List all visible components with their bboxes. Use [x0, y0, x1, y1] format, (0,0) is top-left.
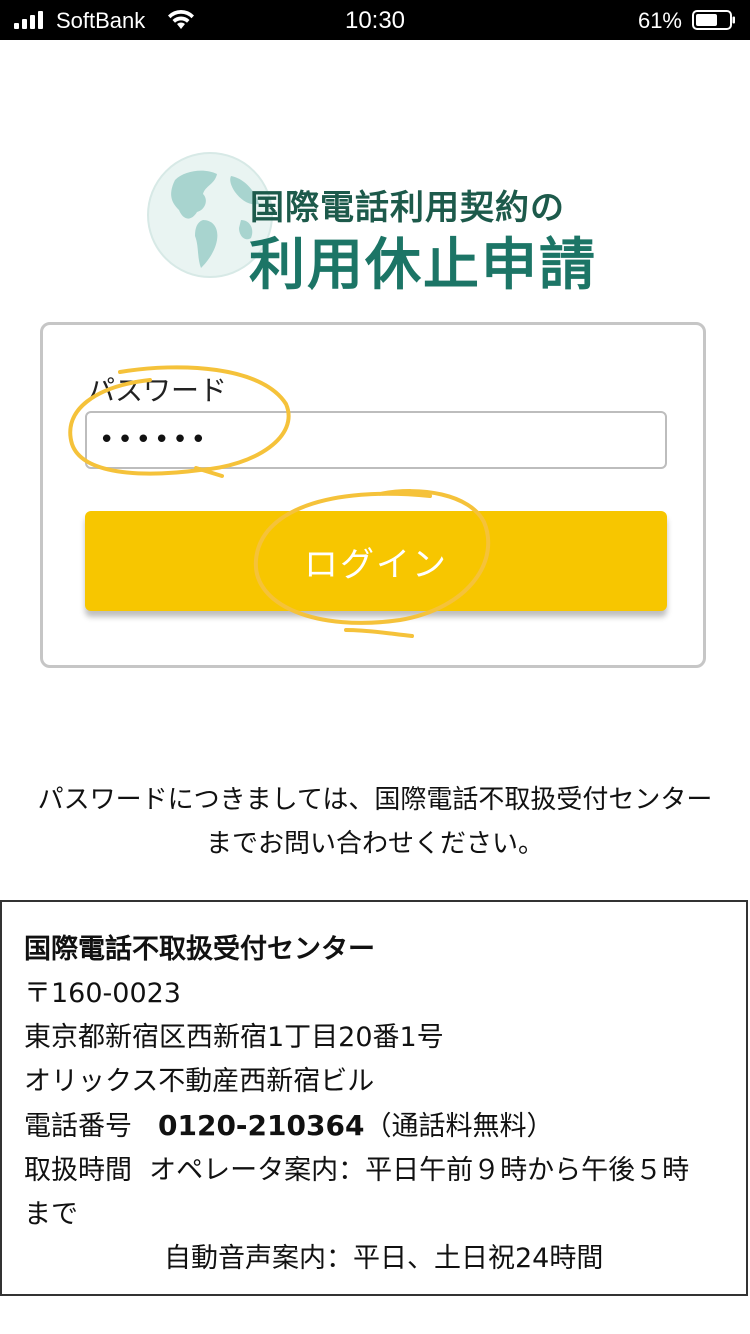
hours-auto: 自動音声案内：平日、土日祝24時間	[164, 1243, 604, 1274]
password-note: パスワードにつきましては、国際電話不取扱受付センター までお問い合わせください。	[0, 778, 750, 866]
hours-operator-cont: まで	[24, 1199, 78, 1230]
logo-title-line2: 利用休止申請	[249, 233, 597, 298]
status-bar: SoftBank 10:30 61%	[0, 0, 750, 40]
note-line-2: までお問い合わせください。	[205, 829, 544, 859]
battery-percent: 61%	[637, 8, 682, 33]
contact-title: 国際電話不取扱受付センター	[24, 934, 375, 965]
login-button[interactable]: ログイン	[85, 511, 667, 611]
phone-label: 電話番号	[24, 1111, 132, 1142]
phone-number[interactable]: 0120-210364	[158, 1109, 364, 1142]
contact-postal: 〒160-0023	[24, 978, 181, 1009]
note-line-1: パスワードにつきましては、国際電話不取扱受付センター	[37, 785, 713, 815]
hours-operator: オペレータ案内：平日午前９時から午後５時	[149, 1155, 690, 1186]
phone-note: （通話料無料）	[364, 1111, 554, 1142]
contact-info-box: 国際電話不取扱受付センター 〒160-0023 東京都新宿区西新宿1丁目20番1…	[0, 900, 748, 1296]
password-label: パスワード	[87, 374, 228, 407]
contact-hours-row: 取扱時間 オペレータ案内：平日午前９時から午後５時	[24, 1149, 746, 1193]
contact-address: 東京都新宿区西新宿1丁目20番1号	[24, 1022, 444, 1053]
contact-building: オリックス不動産西新宿ビル	[24, 1066, 375, 1097]
battery-icon	[692, 10, 735, 30]
password-input[interactable]	[85, 411, 667, 469]
hours-label: 取扱時間	[24, 1155, 132, 1186]
app-logo: 国際電話利用契約の 利用休止申請	[145, 150, 625, 298]
login-card: パスワード ログイン	[40, 322, 706, 668]
contact-phone-row: 電話番号 0120-210364（通話料無料）	[24, 1104, 746, 1149]
